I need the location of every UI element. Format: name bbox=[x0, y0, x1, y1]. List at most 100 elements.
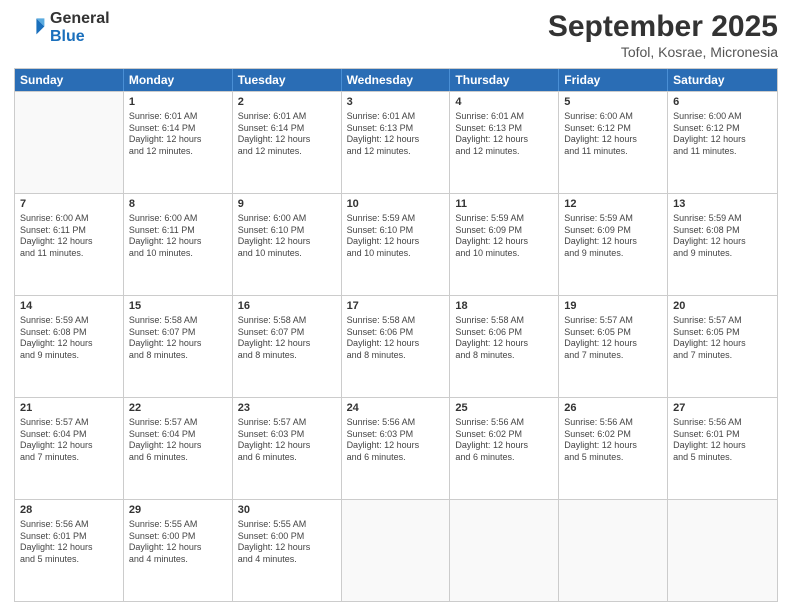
header-day-tuesday: Tuesday bbox=[233, 69, 342, 91]
calendar-cell bbox=[15, 92, 124, 193]
calendar-cell: 15Sunrise: 5:58 AM Sunset: 6:07 PM Dayli… bbox=[124, 296, 233, 397]
day-number: 30 bbox=[238, 503, 336, 518]
day-number: 22 bbox=[129, 401, 227, 416]
calendar-cell: 27Sunrise: 5:56 AM Sunset: 6:01 PM Dayli… bbox=[668, 398, 777, 499]
cell-info: Sunrise: 6:01 AM Sunset: 6:14 PM Dayligh… bbox=[129, 111, 227, 158]
day-number: 14 bbox=[20, 299, 118, 314]
day-number: 5 bbox=[564, 95, 662, 110]
calendar-row-0: 1Sunrise: 6:01 AM Sunset: 6:14 PM Daylig… bbox=[15, 91, 777, 193]
day-number: 2 bbox=[238, 95, 336, 110]
header-day-sunday: Sunday bbox=[15, 69, 124, 91]
cell-info: Sunrise: 5:56 AM Sunset: 6:03 PM Dayligh… bbox=[347, 417, 445, 464]
calendar-cell: 20Sunrise: 5:57 AM Sunset: 6:05 PM Dayli… bbox=[668, 296, 777, 397]
cell-info: Sunrise: 5:58 AM Sunset: 6:06 PM Dayligh… bbox=[455, 315, 553, 362]
calendar-body: 1Sunrise: 6:01 AM Sunset: 6:14 PM Daylig… bbox=[15, 91, 777, 601]
day-number: 9 bbox=[238, 197, 336, 212]
calendar-cell: 30Sunrise: 5:55 AM Sunset: 6:00 PM Dayli… bbox=[233, 500, 342, 601]
calendar-cell: 12Sunrise: 5:59 AM Sunset: 6:09 PM Dayli… bbox=[559, 194, 668, 295]
day-number: 12 bbox=[564, 197, 662, 212]
cell-info: Sunrise: 6:00 AM Sunset: 6:11 PM Dayligh… bbox=[129, 213, 227, 260]
calendar-cell bbox=[559, 500, 668, 601]
calendar-cell: 26Sunrise: 5:56 AM Sunset: 6:02 PM Dayli… bbox=[559, 398, 668, 499]
calendar-row-4: 28Sunrise: 5:56 AM Sunset: 6:01 PM Dayli… bbox=[15, 499, 777, 601]
cell-info: Sunrise: 5:57 AM Sunset: 6:04 PM Dayligh… bbox=[20, 417, 118, 464]
calendar-cell bbox=[450, 500, 559, 601]
day-number: 18 bbox=[455, 299, 553, 314]
calendar-row-2: 14Sunrise: 5:59 AM Sunset: 6:08 PM Dayli… bbox=[15, 295, 777, 397]
calendar-row-3: 21Sunrise: 5:57 AM Sunset: 6:04 PM Dayli… bbox=[15, 397, 777, 499]
day-number: 3 bbox=[347, 95, 445, 110]
header-day-wednesday: Wednesday bbox=[342, 69, 451, 91]
day-number: 4 bbox=[455, 95, 553, 110]
day-number: 19 bbox=[564, 299, 662, 314]
calendar-cell: 18Sunrise: 5:58 AM Sunset: 6:06 PM Dayli… bbox=[450, 296, 559, 397]
calendar-cell: 6Sunrise: 6:00 AM Sunset: 6:12 PM Daylig… bbox=[668, 92, 777, 193]
header-day-friday: Friday bbox=[559, 69, 668, 91]
cell-info: Sunrise: 5:55 AM Sunset: 6:00 PM Dayligh… bbox=[238, 519, 336, 566]
cell-info: Sunrise: 5:56 AM Sunset: 6:01 PM Dayligh… bbox=[20, 519, 118, 566]
calendar-cell: 14Sunrise: 5:59 AM Sunset: 6:08 PM Dayli… bbox=[15, 296, 124, 397]
day-number: 27 bbox=[673, 401, 772, 416]
logo: General Blue bbox=[14, 10, 110, 46]
calendar-cell bbox=[342, 500, 451, 601]
calendar-cell: 5Sunrise: 6:00 AM Sunset: 6:12 PM Daylig… bbox=[559, 92, 668, 193]
calendar-row-1: 7 Sunrise: 6:00 AM Sunset: 6:11 PM Daylig… bbox=[15, 193, 777, 295]
main-title: September 2025 bbox=[548, 10, 778, 44]
day-number: 23 bbox=[238, 401, 336, 416]
cell-info: Sunrise: 5:57 AM Sunset: 6:04 PM Dayligh… bbox=[129, 417, 227, 464]
day-number: 7 bbox=[20, 197, 118, 212]
cell-info: Sunrise: 5:56 AM Sunset: 6:02 PM Dayligh… bbox=[564, 417, 662, 464]
day-number: 1 bbox=[129, 95, 227, 110]
day-number: 17 bbox=[347, 299, 445, 314]
day-number: 28 bbox=[20, 503, 118, 518]
calendar-cell: 11Sunrise: 5:59 AM Sunset: 6:09 PM Dayli… bbox=[450, 194, 559, 295]
day-number: 15 bbox=[129, 299, 227, 314]
cell-info: Sunrise: 5:59 AM Sunset: 6:08 PM Dayligh… bbox=[20, 315, 118, 362]
cell-info: Sunrise: 5:56 AM Sunset: 6:01 PM Dayligh… bbox=[673, 417, 772, 464]
header-day-saturday: Saturday bbox=[668, 69, 777, 91]
cell-info: Sunrise: 5:59 AM Sunset: 6:08 PM Dayligh… bbox=[673, 213, 772, 260]
day-number: 6 bbox=[673, 95, 772, 110]
cell-info: Sunrise: 5:57 AM Sunset: 6:05 PM Dayligh… bbox=[673, 315, 772, 362]
calendar-cell: 24Sunrise: 5:56 AM Sunset: 6:03 PM Dayli… bbox=[342, 398, 451, 499]
cell-info: Sunrise: 5:58 AM Sunset: 6:06 PM Dayligh… bbox=[347, 315, 445, 362]
calendar-cell: 4Sunrise: 6:01 AM Sunset: 6:13 PM Daylig… bbox=[450, 92, 559, 193]
calendar-cell: 16Sunrise: 5:58 AM Sunset: 6:07 PM Dayli… bbox=[233, 296, 342, 397]
calendar-cell: 10Sunrise: 5:59 AM Sunset: 6:10 PM Dayli… bbox=[342, 194, 451, 295]
calendar-cell: 1Sunrise: 6:01 AM Sunset: 6:14 PM Daylig… bbox=[124, 92, 233, 193]
cell-info: Sunrise: 5:57 AM Sunset: 6:05 PM Dayligh… bbox=[564, 315, 662, 362]
cell-info: Sunrise: 5:58 AM Sunset: 6:07 PM Dayligh… bbox=[129, 315, 227, 362]
cell-info: Sunrise: 5:55 AM Sunset: 6:00 PM Dayligh… bbox=[129, 519, 227, 566]
calendar-cell: 25Sunrise: 5:56 AM Sunset: 6:02 PM Dayli… bbox=[450, 398, 559, 499]
calendar-cell: 9Sunrise: 6:00 AM Sunset: 6:10 PM Daylig… bbox=[233, 194, 342, 295]
cell-info: Sunrise: 6:00 AM Sunset: 6:10 PM Dayligh… bbox=[238, 213, 336, 260]
calendar-cell: 7Sunrise: 6:00 AM Sunset: 6:11 PM Daylig… bbox=[15, 194, 124, 295]
subtitle: Tofol, Kosrae, Micronesia bbox=[548, 44, 778, 60]
day-number: 11 bbox=[455, 197, 553, 212]
cell-info: Sunrise: 5:57 AM Sunset: 6:03 PM Dayligh… bbox=[238, 417, 336, 464]
calendar-cell: 3Sunrise: 6:01 AM Sunset: 6:13 PM Daylig… bbox=[342, 92, 451, 193]
calendar-cell: 8Sunrise: 6:00 AM Sunset: 6:11 PM Daylig… bbox=[124, 194, 233, 295]
cell-info: Sunrise: 6:01 AM Sunset: 6:13 PM Dayligh… bbox=[347, 111, 445, 158]
calendar-header: SundayMondayTuesdayWednesdayThursdayFrid… bbox=[15, 69, 777, 91]
day-number: 8 bbox=[129, 197, 227, 212]
calendar-cell: 29Sunrise: 5:55 AM Sunset: 6:00 PM Dayli… bbox=[124, 500, 233, 601]
day-number: 29 bbox=[129, 503, 227, 518]
day-number: 26 bbox=[564, 401, 662, 416]
calendar-cell: 28Sunrise: 5:56 AM Sunset: 6:01 PM Dayli… bbox=[15, 500, 124, 601]
day-number: 21 bbox=[20, 401, 118, 416]
day-number: 20 bbox=[673, 299, 772, 314]
cell-info: Sunrise: 5:59 AM Sunset: 6:10 PM Dayligh… bbox=[347, 213, 445, 260]
title-block: September 2025 Tofol, Kosrae, Micronesia bbox=[548, 10, 778, 60]
calendar-cell bbox=[668, 500, 777, 601]
day-number: 10 bbox=[347, 197, 445, 212]
cell-info: Sunrise: 5:59 AM Sunset: 6:09 PM Dayligh… bbox=[564, 213, 662, 260]
page: General Blue September 2025 Tofol, Kosra… bbox=[0, 0, 792, 612]
logo-icon bbox=[14, 12, 46, 44]
cell-info: Sunrise: 5:58 AM Sunset: 6:07 PM Dayligh… bbox=[238, 315, 336, 362]
header-day-thursday: Thursday bbox=[450, 69, 559, 91]
day-number: 16 bbox=[238, 299, 336, 314]
calendar-cell: 2Sunrise: 6:01 AM Sunset: 6:14 PM Daylig… bbox=[233, 92, 342, 193]
calendar-cell: 23Sunrise: 5:57 AM Sunset: 6:03 PM Dayli… bbox=[233, 398, 342, 499]
cell-info: Sunrise: 5:56 AM Sunset: 6:02 PM Dayligh… bbox=[455, 417, 553, 464]
